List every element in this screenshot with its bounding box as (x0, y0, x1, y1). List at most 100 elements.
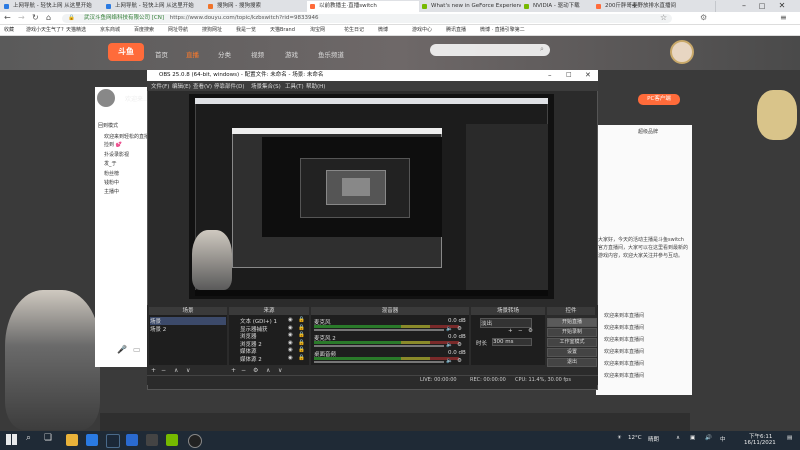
lock-toggle-icon[interactable]: 🔒 (298, 317, 305, 323)
input-lang[interactable]: 中 (720, 435, 726, 443)
avatar[interactable] (670, 40, 694, 64)
tray-arrow-icon[interactable]: ∧ (676, 435, 680, 441)
lock-toggle-icon[interactable]: 🔒 (298, 355, 305, 361)
obs-menu-item[interactable]: 文件(F) (151, 82, 169, 90)
obs-taskbar-icon[interactable] (188, 434, 202, 448)
back-icon[interactable]: ← (4, 13, 11, 22)
site-nav-item[interactable]: 游戏 (285, 49, 298, 59)
clock-time[interactable]: 下午6:11 (749, 432, 772, 440)
task-view-icon[interactable]: ❏ (44, 433, 52, 443)
lock-toggle-icon[interactable]: 🔒 (298, 332, 305, 338)
bookmark-item[interactable]: 收藏 (4, 27, 14, 34)
site-nav-item[interactable]: 首页 (155, 49, 168, 59)
camera-app-icon[interactable] (146, 434, 158, 446)
forward-icon[interactable]: → (18, 13, 25, 22)
mute-speaker-icon[interactable]: 🔈 (446, 342, 453, 348)
store-icon[interactable] (126, 434, 138, 446)
site-nav-item[interactable]: 视频 (251, 49, 264, 59)
mute-speaker-icon[interactable]: 🔈 (446, 326, 453, 332)
obs-menu-item[interactable]: 查看(V) (193, 82, 212, 90)
chat-list-item[interactable]: 发_于 (104, 160, 117, 167)
bookmark-item[interactable]: 微博 · 直播引擎第二 (480, 27, 525, 34)
windows-start-icon[interactable] (6, 434, 17, 445)
close-window-icon[interactable]: ✕ (775, 0, 789, 12)
search-input[interactable] (430, 44, 550, 56)
obs-minimize-icon[interactable]: – (548, 71, 552, 79)
browser-tab[interactable]: 上网导航 - 轻快上网 从这里开始 (1, 1, 114, 12)
obs-close-icon[interactable]: ✕ (585, 71, 591, 79)
source-list-item[interactable]: 媒体源 2 (240, 355, 262, 363)
mixer-settings-icon[interactable]: ⚙ (457, 326, 462, 332)
transition-remove-button[interactable]: − (518, 328, 523, 334)
bookmark-item[interactable]: 游戏中心 (412, 27, 432, 34)
visibility-eye-icon[interactable]: ◉ (288, 355, 293, 361)
source-up-button[interactable]: ∧ (266, 367, 270, 374)
lock-toggle-icon[interactable]: 🔒 (298, 340, 305, 346)
scene-up-button[interactable]: ∧ (174, 367, 178, 374)
site-nav-item[interactable]: 直播 (186, 49, 199, 59)
notification-icon[interactable]: ▤ (787, 435, 792, 441)
volume-icon[interactable]: 🔊 (705, 435, 712, 441)
chat-list-item[interactable]: 扑设录影视 (104, 151, 129, 158)
obs-menu-item[interactable]: 编辑(E) (172, 82, 191, 90)
scene-remove-button[interactable]: − (161, 367, 166, 374)
browser-tab[interactable]: NVIDIA - 驱动下载 (521, 1, 604, 12)
control-button[interactable]: 退出 (547, 358, 597, 367)
visibility-eye-icon[interactable]: ◉ (288, 332, 293, 338)
menu-icon[interactable]: ≡ (780, 13, 787, 22)
star-icon[interactable]: ☆ (660, 13, 667, 22)
scene-add-button[interactable]: + (151, 367, 156, 374)
browser-tab[interactable]: 上网导航 - 轻快上网 从这里开始 (103, 1, 216, 12)
file-explorer-icon[interactable] (66, 434, 78, 446)
scene-list-item[interactable]: 场景 2 (150, 325, 226, 333)
mic-icon[interactable]: 🎤 (117, 345, 127, 354)
bookmark-item[interactable]: 花生日记 (344, 27, 364, 34)
bookmark-item[interactable]: 我是一览 (236, 27, 256, 34)
transition-add-button[interactable]: + (508, 328, 513, 334)
control-button[interactable]: 开始录制 (547, 328, 597, 337)
streamer-avatar[interactable] (97, 89, 115, 107)
transition-settings-icon[interactable]: ⚙ (528, 328, 533, 334)
mute-speaker-icon[interactable]: 🔈 (446, 358, 453, 364)
url-input[interactable]: 🔒 武汉斗鱼网络科技有限公司 [CN] https://www.douyu.co… (62, 14, 672, 23)
volume-slider[interactable] (314, 361, 444, 363)
browser-tab[interactable]: 200斤胖哥麦野放排水直播间 (593, 1, 716, 12)
mixer-settings-icon[interactable]: ⚙ (457, 342, 462, 348)
site-nav-item[interactable]: 分类 (218, 49, 231, 59)
clock-date[interactable]: 16/11/2021 (744, 440, 776, 446)
lock-toggle-icon[interactable]: 🔒 (298, 347, 305, 353)
site-nav-item[interactable]: 鱼乐频道 (318, 49, 344, 59)
control-button[interactable]: 开始直播 (547, 318, 597, 327)
source-add-button[interactable]: + (231, 367, 236, 374)
bookmark-item[interactable]: 百度搜索 (134, 27, 154, 34)
obs-menu-item[interactable]: 停靠部件(D) (214, 82, 245, 90)
duration-input[interactable]: 300 ms (492, 338, 532, 346)
source-remove-button[interactable]: − (241, 367, 246, 374)
douyu-logo[interactable]: 斗鱼 (108, 43, 144, 61)
bookmark-item[interactable]: 游戏小天生气了? (26, 27, 64, 34)
bookmark-item[interactable]: 微博 (378, 27, 388, 34)
bookmark-item[interactable]: 京东商城 (100, 27, 120, 34)
visibility-eye-icon[interactable]: ◉ (288, 317, 293, 323)
control-button[interactable]: 工作室模式 (547, 338, 597, 347)
visibility-eye-icon[interactable]: ◉ (288, 340, 293, 346)
transition-type-select[interactable]: 淡出 (480, 318, 532, 328)
obs-menu-item[interactable]: 工具(T) (285, 82, 304, 90)
chat-list-item[interactable]: 钱粉中 (104, 179, 119, 186)
visibility-eye-icon[interactable]: ◉ (288, 325, 293, 331)
extensions-icon[interactable]: ⚙ (700, 13, 707, 22)
network-icon[interactable]: ▣ (690, 435, 695, 441)
minimize-window-icon[interactable]: – (737, 0, 751, 12)
control-button[interactable]: 设置 (547, 348, 597, 357)
bookmark-item[interactable]: 淘宝网 (310, 27, 325, 34)
search-icon[interactable]: ⌕ (540, 45, 544, 54)
bookmark-item[interactable]: 天猫精选 (66, 27, 86, 34)
lock-toggle-icon[interactable]: 🔒 (298, 325, 305, 331)
reload-icon[interactable]: ↻ (32, 13, 39, 22)
scene-list-item[interactable]: 场景 (150, 317, 226, 325)
source-down-button[interactable]: ∨ (278, 367, 282, 374)
browser-tab[interactable]: 以前教播主·直播switch (307, 1, 430, 12)
home-icon[interactable]: ⌂ (46, 13, 51, 22)
chat-list-item[interactable]: 主播中 (104, 188, 119, 195)
visibility-eye-icon[interactable]: ◉ (288, 347, 293, 353)
